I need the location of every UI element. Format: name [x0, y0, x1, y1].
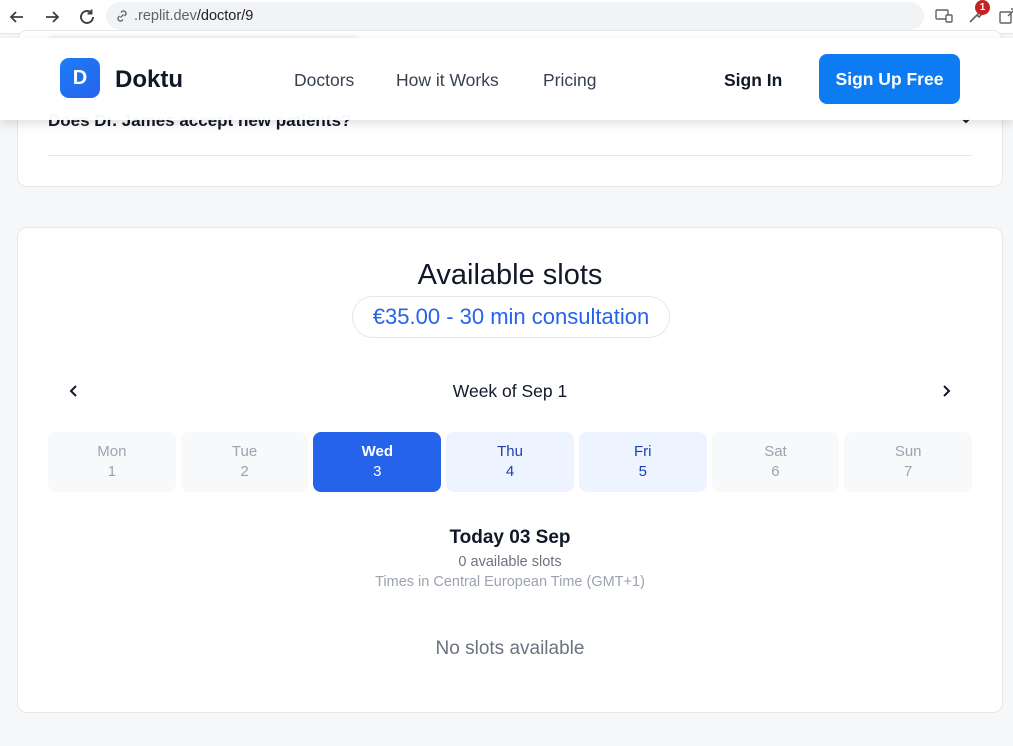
day-name: Sun [894, 443, 922, 460]
week-label: Week of Sep 1 [452, 381, 568, 401]
site-header: D Doktu Doctors How it Works Pricing Sig… [0, 38, 1013, 120]
address-bar[interactable]: .replit.dev/doctor/9 [106, 2, 924, 30]
slots-card: Available slots €35.00 - 30 min consulta… [17, 227, 1003, 713]
day-tue[interactable]: Tue 2 [180, 432, 309, 492]
reload-icon[interactable] [76, 6, 98, 28]
day-fri[interactable]: Fri 5 [578, 432, 707, 492]
day-selector: Mon 1 Tue 2 Wed 3 Thu 4 Fri 5 Sat 6 Sun … [48, 432, 973, 492]
day-sat[interactable]: Sat 6 [711, 432, 840, 492]
day-name: Mon [97, 443, 127, 460]
day-name: Fri [633, 443, 652, 460]
back-icon[interactable] [6, 6, 28, 28]
day-name: Sat [764, 443, 787, 460]
nav-how-it-works[interactable]: How it Works [396, 70, 499, 91]
day-name: Tue [231, 443, 258, 460]
slots-title: Available slots [417, 259, 603, 291]
url-host: .replit.dev [134, 8, 197, 24]
day-number: 1 [107, 463, 117, 480]
divider [48, 155, 972, 156]
day-thu[interactable]: Thu 4 [446, 432, 574, 492]
day-number: 5 [638, 463, 647, 480]
timezone-note: Times in Central European Time (GMT+1) [375, 574, 645, 590]
day-number: 2 [240, 463, 249, 480]
day-number: 6 [771, 463, 780, 480]
price-badge: €35.00 - 30 min consultation [352, 296, 670, 338]
selected-date-title: Today 03 Sep [449, 527, 571, 548]
day-wed[interactable]: Wed 3 [313, 432, 442, 492]
brand-name[interactable]: Doktu [115, 66, 183, 94]
browser-toolbar: .replit.dev/doctor/9 1 [0, 0, 1013, 34]
chevron-right-icon[interactable] [936, 378, 956, 404]
logo[interactable]: D [60, 58, 100, 98]
share-icon[interactable] [998, 6, 1013, 28]
empty-state: No slots available [435, 638, 585, 659]
day-name: Thu [497, 443, 523, 460]
day-sun[interactable]: Sun 7 [844, 432, 973, 492]
nav-doctors[interactable]: Doctors [294, 70, 354, 91]
day-mon[interactable]: Mon 1 [48, 432, 176, 492]
day-number: 4 [505, 463, 515, 480]
forward-icon[interactable] [41, 6, 63, 28]
sign-in-link[interactable]: Sign In [724, 70, 782, 91]
sign-up-button[interactable]: Sign Up Free [819, 54, 960, 104]
day-name: Wed [361, 443, 393, 460]
nav-pricing[interactable]: Pricing [543, 70, 597, 91]
cast-icon[interactable] [934, 6, 956, 28]
available-slot-count: 0 available slots [458, 554, 562, 570]
extension-badge: 1 [975, 0, 990, 15]
url-path: /doctor/9 [196, 8, 254, 24]
link-icon [117, 10, 127, 22]
day-number: 3 [373, 463, 382, 480]
day-number: 7 [904, 463, 913, 480]
